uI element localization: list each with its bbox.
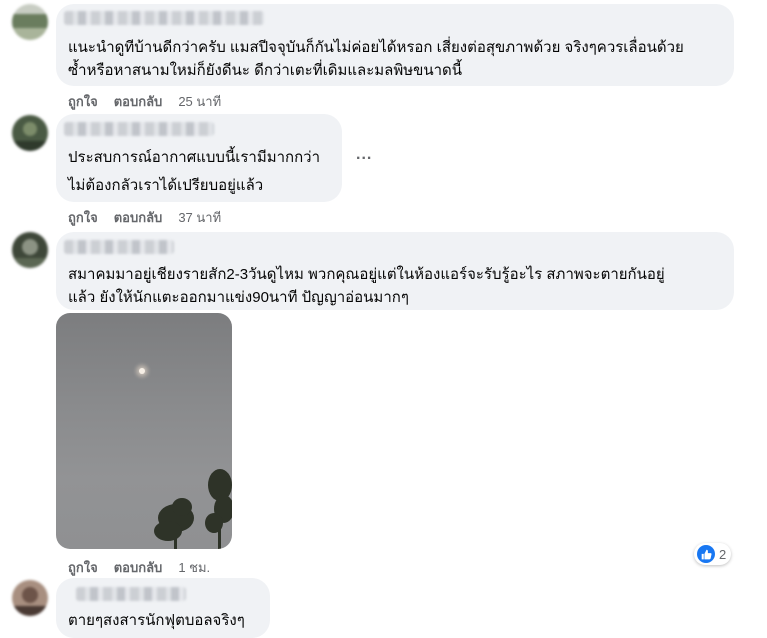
comment-bubble: แนะนำดูทีบ้านดีกว่าครับ แมสปีจจุบันก็กัน… — [56, 4, 734, 86]
avatar[interactable] — [12, 115, 48, 151]
author-name-blurred[interactable] — [64, 122, 214, 136]
author-name-blurred[interactable] — [64, 240, 174, 254]
comment-text-line: ตายๆสงสารนักฟุตบอลจริงๆ — [68, 612, 245, 629]
timestamp[interactable]: 37 นาที — [178, 210, 221, 225]
avatar[interactable] — [12, 580, 48, 616]
reply-button[interactable]: ตอบกลับ — [114, 94, 163, 109]
comment-text-line: แล้ว ยังให้นักแตะออกมาแข่ง90นาที ปัญญาอ่… — [68, 289, 409, 306]
comment-actions: ถูกใจ ตอบกลับ 25 นาที — [68, 91, 221, 112]
like-button[interactable]: ถูกใจ — [68, 94, 98, 109]
comment-bubble: สมาคมมาอยู่เชียงรายสัก2-3วันดูไหม พวกคุณ… — [56, 232, 734, 310]
comment-text-line: ประสบการณ์อากาศแบบนี้เรามีมากกว่า — [68, 149, 321, 166]
photo-image — [132, 361, 232, 549]
comment-actions: ถูกใจ ตอบกลับ 1 ชม. — [68, 557, 210, 578]
comment-text-line: ซ้ำหรือหาสนามใหม่ก็ยังดีนะ ดีกว่าเตะที่เ… — [68, 62, 463, 79]
avatar[interactable] — [12, 232, 48, 268]
reaction-count: 2 — [719, 546, 727, 562]
author-name-blurred[interactable] — [76, 587, 186, 601]
like-button[interactable]: ถูกใจ — [68, 560, 98, 575]
avatar[interactable] — [12, 4, 48, 40]
avatar-image — [12, 4, 48, 40]
more-options-button[interactable]: ... — [356, 146, 372, 164]
comment-text-line: แนะนำดูทีบ้านดีกว่าครับ แมสปีจจุบันก็กัน… — [68, 39, 684, 56]
avatar-image — [12, 232, 48, 268]
reaction-count-badge[interactable]: 2 — [694, 543, 732, 565]
comment-bubble: ตายๆสงสารนักฟุตบอลจริงๆ — [56, 578, 270, 638]
avatar-image — [12, 580, 48, 616]
timestamp[interactable]: 1 ชม. — [178, 560, 210, 575]
comment-text-line: ไม่ต้องกลัวเราได้เปรียบอยู่แล้ว — [68, 177, 264, 194]
avatar-image — [12, 115, 48, 151]
reply-button[interactable]: ตอบกลับ — [114, 210, 163, 225]
attached-photo-hazy-sky[interactable] — [56, 313, 232, 549]
reply-button[interactable]: ตอบกลับ — [114, 560, 163, 575]
comment-text-line: สมาคมมาอยู่เชียงรายสัก2-3วันดูไหม พวกคุณ… — [68, 266, 665, 283]
timestamp[interactable]: 25 นาที — [178, 94, 221, 109]
like-button[interactable]: ถูกใจ — [68, 210, 98, 225]
like-icon — [697, 545, 715, 563]
comment-actions: ถูกใจ ตอบกลับ 37 นาที — [68, 207, 221, 228]
comment-bubble: ประสบการณ์อากาศแบบนี้เรามีมากกว่า ไม่ต้อ… — [56, 114, 342, 202]
author-name-blurred[interactable] — [64, 11, 264, 25]
